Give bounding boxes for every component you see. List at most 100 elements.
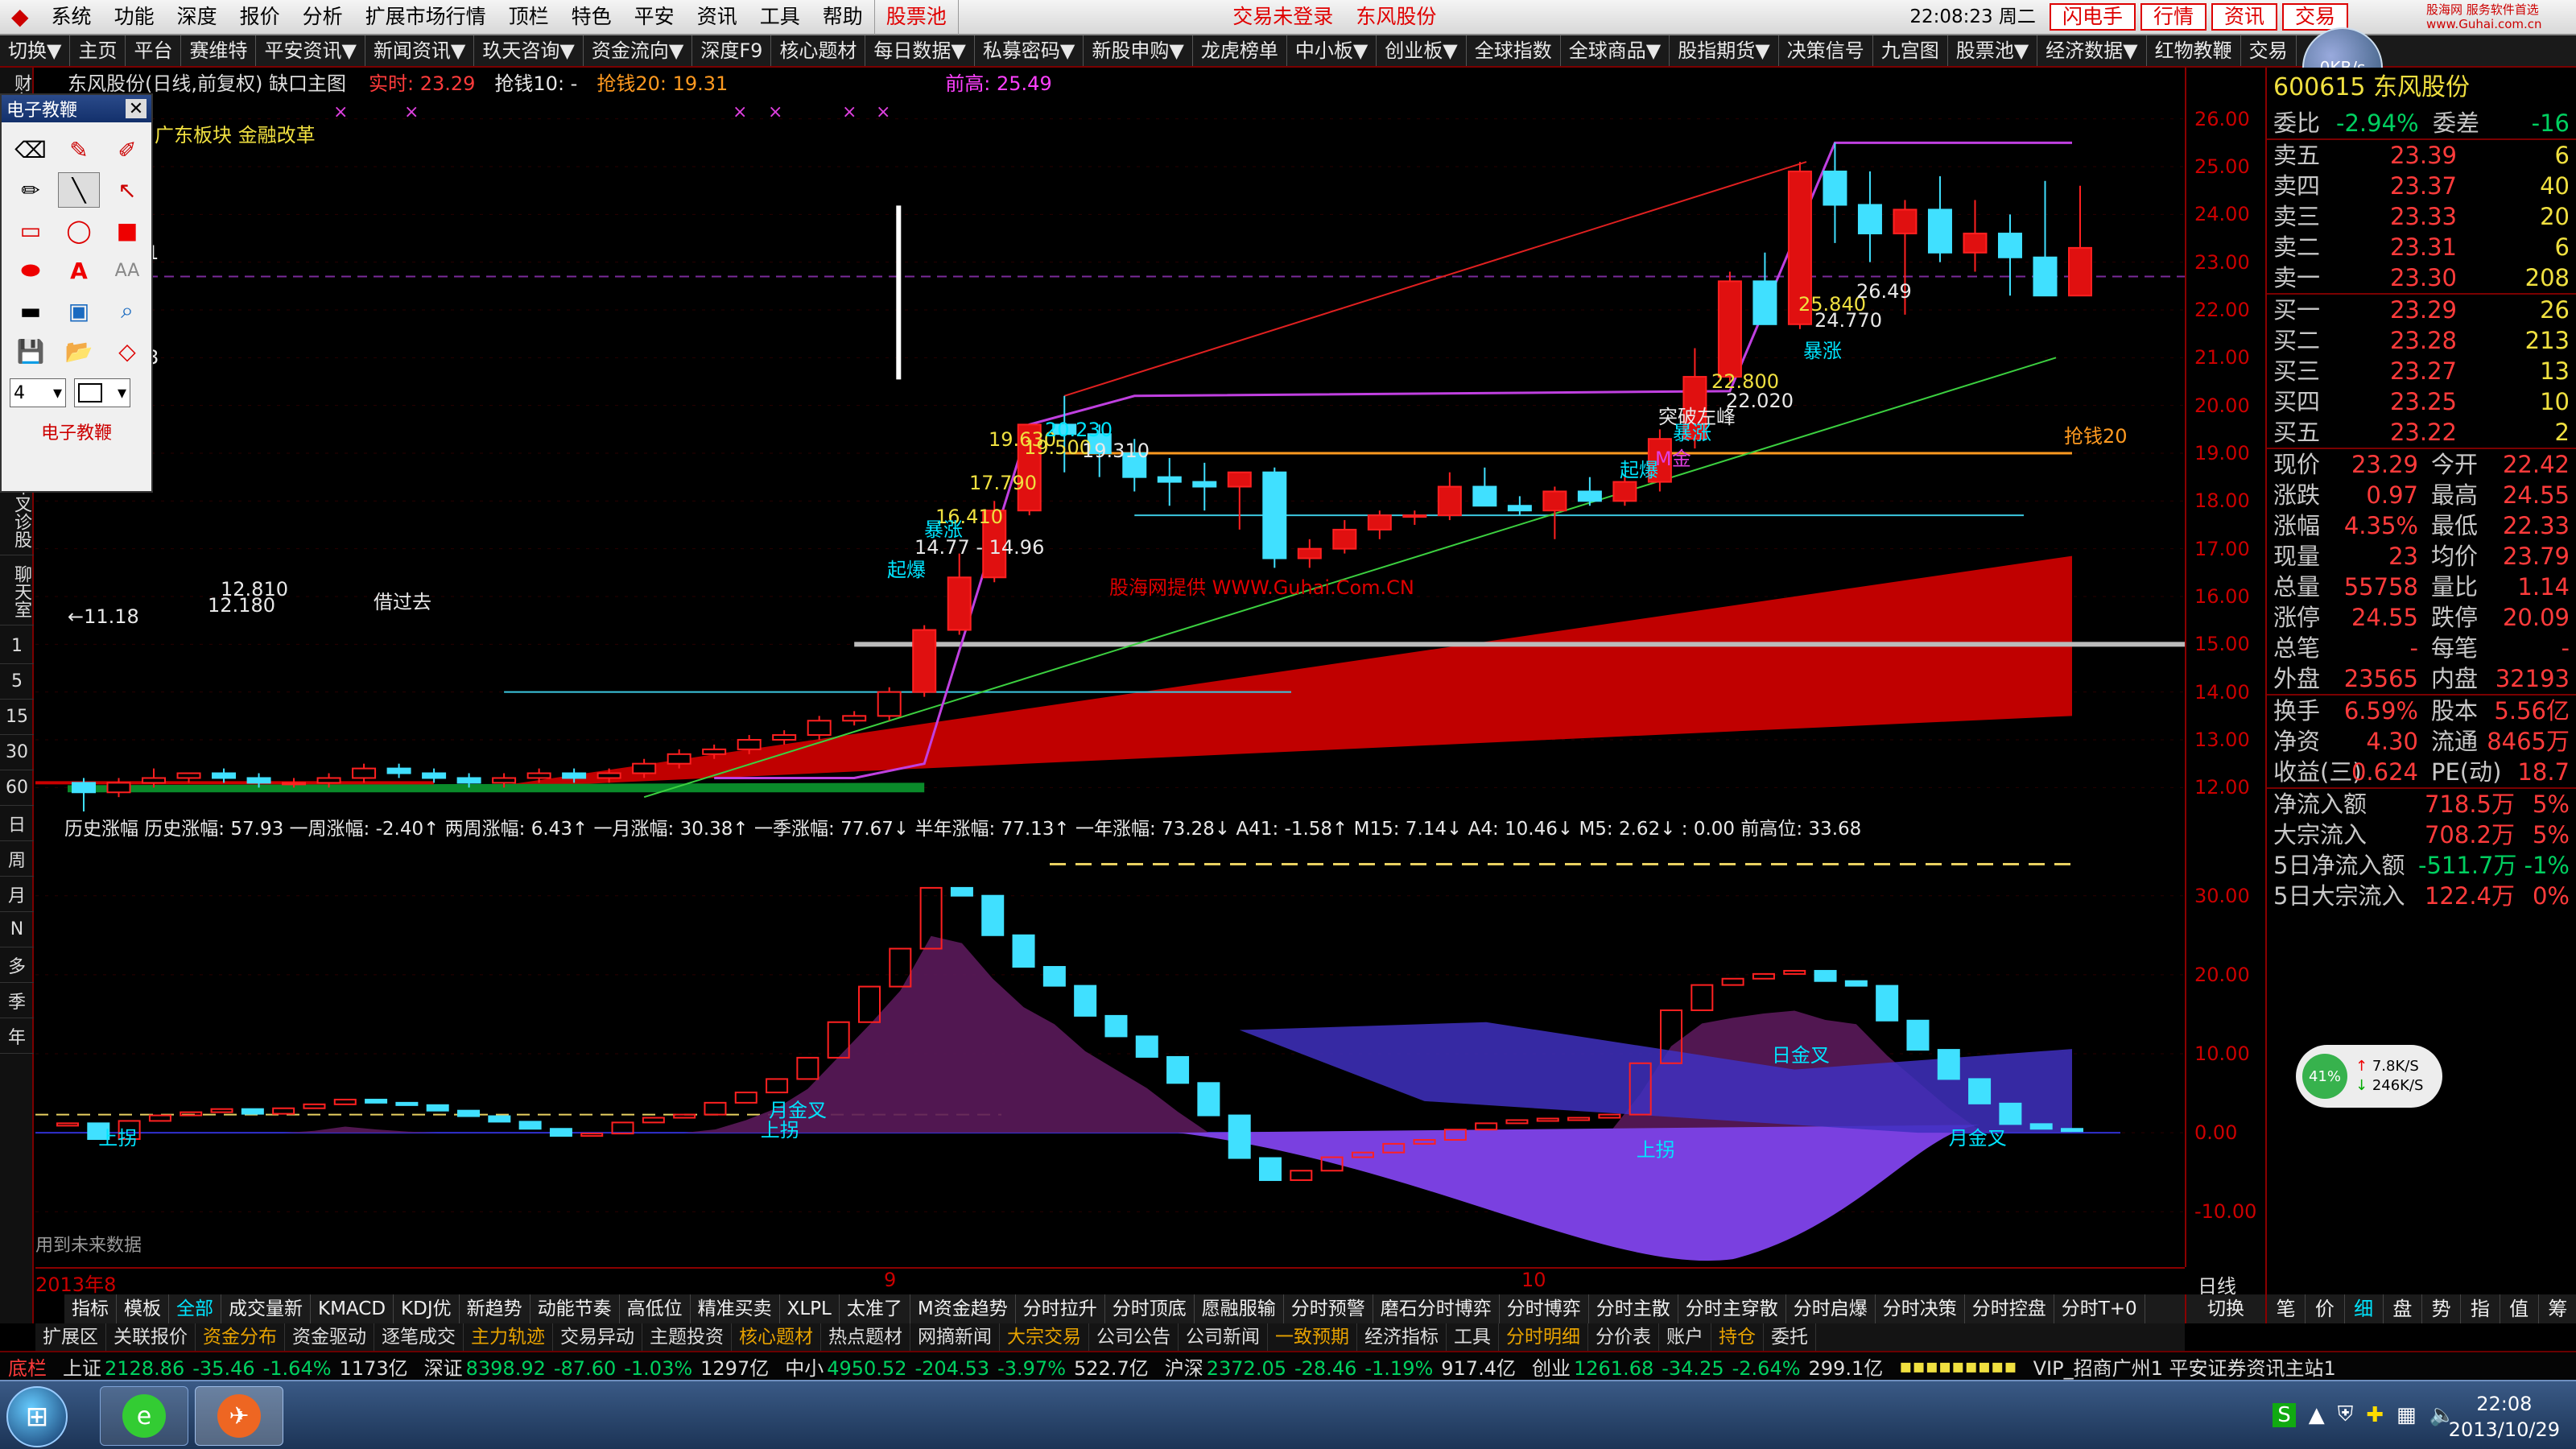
bid-row[interactable]: 买三 23.27 13 <box>2267 356 2576 386</box>
indicator-tab[interactable]: 磨石分时博弈 <box>1373 1294 1500 1323</box>
indicator-tab[interactable]: M资金趋势 <box>910 1294 1016 1323</box>
extension-tab[interactable]: 资金分布 <box>196 1323 285 1351</box>
extension-tab[interactable]: 公司公告 <box>1089 1323 1179 1351</box>
toolbar-item[interactable]: 赛维特 <box>181 35 257 66</box>
toolbar-item[interactable]: 平台 <box>126 35 182 66</box>
period-button[interactable]: 30 <box>0 735 34 770</box>
panel-tab[interactable]: 盘 <box>2384 1294 2422 1323</box>
extension-tab[interactable]: 逐笔成交 <box>374 1323 464 1351</box>
ask-row[interactable]: 卖四 23.37 40 <box>2267 171 2576 201</box>
extension-tab[interactable]: 账户 <box>1659 1323 1711 1351</box>
menu-topbar[interactable]: 顶栏 <box>497 0 560 35</box>
indicator-tab[interactable]: 分时拉升 <box>1016 1294 1105 1323</box>
indicator-tab[interactable]: 分时决策 <box>1876 1294 1965 1323</box>
text-bold-icon[interactable]: A <box>58 253 100 288</box>
panel-tab[interactable]: 筹 <box>2539 1294 2576 1323</box>
text-aa-icon[interactable]: AA <box>106 253 148 288</box>
leftstrip-tab[interactable]: 聊天室 <box>0 559 34 625</box>
taskbar-clock[interactable]: 22:08 2013/10/29 <box>2449 1391 2560 1443</box>
toolbar-item[interactable]: 龙虎榜单 <box>1193 35 1287 66</box>
tray-arrow-icon[interactable]: ▲ <box>2309 1403 2325 1427</box>
panel-tab[interactable]: 价 <box>2306 1294 2345 1323</box>
indicator-tab[interactable]: 指标 <box>64 1294 117 1323</box>
toolbar-item[interactable]: 新股申购▼ <box>1084 35 1193 66</box>
menu-stock-pool[interactable]: 股票池 <box>873 0 959 35</box>
toolbar-item[interactable]: 决策信号 <box>1779 35 1873 66</box>
extension-tab[interactable]: 经济指标 <box>1357 1323 1447 1351</box>
period-button[interactable]: 月 <box>0 877 34 912</box>
info-button[interactable]: 资讯 <box>2211 3 2277 31</box>
diamond-icon[interactable]: ◇ <box>106 333 148 369</box>
zoom-icon[interactable]: ⌕ <box>106 293 148 328</box>
pencil-icon[interactable]: ✏ <box>10 172 52 208</box>
indicator-tab[interactable]: 新趋势 <box>460 1294 530 1323</box>
broker-status[interactable]: VIP_招商广州1 平安证券资讯主站1 <box>2025 1352 2344 1380</box>
pen-icon[interactable]: ✎ <box>58 132 100 167</box>
panel-tab[interactable]: 笔 <box>2267 1294 2306 1323</box>
indicator-tab[interactable]: 动能节奏 <box>530 1294 620 1323</box>
bid-row[interactable]: 买四 23.25 10 <box>2267 386 2576 417</box>
extension-tab[interactable]: 网摘新闻 <box>910 1323 1000 1351</box>
indicator-tab[interactable]: 分时主穿散 <box>1678 1294 1786 1323</box>
menu-tools[interactable]: 工具 <box>749 0 811 35</box>
menu-system[interactable]: 系统 <box>40 0 103 35</box>
period-button[interactable]: 5 <box>0 664 34 700</box>
taskbar-trading-app-icon[interactable]: ✈ <box>195 1386 283 1446</box>
indicator-tab[interactable]: 精准买卖 <box>691 1294 780 1323</box>
menu-info[interactable]: 资讯 <box>686 0 749 35</box>
indicator-tab[interactable]: 模板 <box>117 1294 169 1323</box>
toolbar-item[interactable]: 中小板▼ <box>1287 35 1377 66</box>
extension-tab[interactable]: 大宗交易 <box>1000 1323 1089 1351</box>
indicator-tab[interactable]: KMACD <box>311 1294 394 1323</box>
toolbar-item[interactable]: 全球商品▼ <box>1561 35 1670 66</box>
toolbar-item[interactable]: 交易 <box>2241 35 2297 66</box>
toolbar-item[interactable]: 核心题材 <box>771 35 866 66</box>
bid-row[interactable]: 买一 23.29 26 <box>2267 295 2576 325</box>
panel-tab[interactable]: 细 <box>2345 1294 2384 1323</box>
period-button[interactable]: 1 <box>0 629 34 664</box>
indicator-tab[interactable]: 太准了 <box>840 1294 910 1323</box>
picture-icon[interactable]: ▣ <box>58 293 100 328</box>
bid-row[interactable]: 买五 23.22 2 <box>2267 417 2576 448</box>
menu-quote[interactable]: 报价 <box>229 0 291 35</box>
ask-row[interactable]: 卖二 23.31 6 <box>2267 232 2576 262</box>
trade-button[interactable]: 交易 <box>2281 3 2348 31</box>
extension-tab[interactable]: 分价表 <box>1588 1323 1659 1351</box>
toolbar-item[interactable]: 创业板▼ <box>1377 35 1467 66</box>
eraser-icon[interactable]: ⌫ <box>10 132 52 167</box>
menu-pingan[interactable]: 平安 <box>623 0 686 35</box>
toolbar-item[interactable]: 股票池▼ <box>1948 35 2038 66</box>
line-style-select[interactable]: ▾ <box>74 378 130 407</box>
color-block-icon[interactable]: ▬ <box>10 293 52 328</box>
ticker-index[interactable]: 上证 2128.86 -35.46 -1.64% 1173亿 <box>55 1352 416 1380</box>
extension-tab[interactable]: 热点题材 <box>821 1323 910 1351</box>
period-button[interactable]: 日 <box>0 806 34 841</box>
line-width-select[interactable]: 4 ▾ <box>10 378 66 407</box>
tray-s-icon[interactable]: S <box>2273 1402 2296 1427</box>
indicator-tab[interactable]: 成交量新 <box>221 1294 311 1323</box>
filled-ellipse-icon[interactable]: ⬬ <box>10 253 52 288</box>
toolbar-item[interactable]: 红物教鞭 <box>2147 35 2241 66</box>
extension-tab[interactable]: 扩展区 <box>35 1323 106 1351</box>
period-button[interactable]: 60 <box>0 770 34 806</box>
indicator-chart[interactable]: 上拐上拐月金叉上拐日金叉月金叉启爆用到未来数据 <box>35 840 2185 1267</box>
extension-tab[interactable]: 分时明细 <box>1499 1323 1588 1351</box>
login-status[interactable]: 交易未登录 <box>1221 0 1344 35</box>
indicator-tab[interactable]: 分时启爆 <box>1786 1294 1876 1323</box>
menu-ext-market[interactable]: 扩展市场行情 <box>354 0 497 35</box>
ellipse-icon[interactable]: ◯ <box>58 213 100 248</box>
period-button[interactable]: 多 <box>0 947 34 983</box>
brush-icon[interactable]: ✐ <box>106 132 148 167</box>
extension-tab[interactable]: 主题投资 <box>642 1323 732 1351</box>
tray-shield-icon[interactable]: ⛨ <box>2338 1402 2354 1427</box>
menu-help[interactable]: 帮助 <box>811 0 874 35</box>
ask-row[interactable]: 卖三 23.33 20 <box>2267 201 2576 232</box>
period-button[interactable]: N <box>0 912 34 947</box>
close-icon[interactable]: ✕ <box>126 99 147 119</box>
filled-rect-icon[interactable]: ■ <box>106 213 148 248</box>
period-button[interactable]: 15 <box>0 700 34 735</box>
site-brand[interactable]: 股海网 服务软件首选 www.Guhai.com.cn <box>2423 0 2576 35</box>
arrow-icon[interactable]: ↖ <box>106 172 148 208</box>
stock-header[interactable]: 600615 东风股份 <box>2267 68 2576 108</box>
panel-tab[interactable]: 势 <box>2422 1294 2462 1323</box>
